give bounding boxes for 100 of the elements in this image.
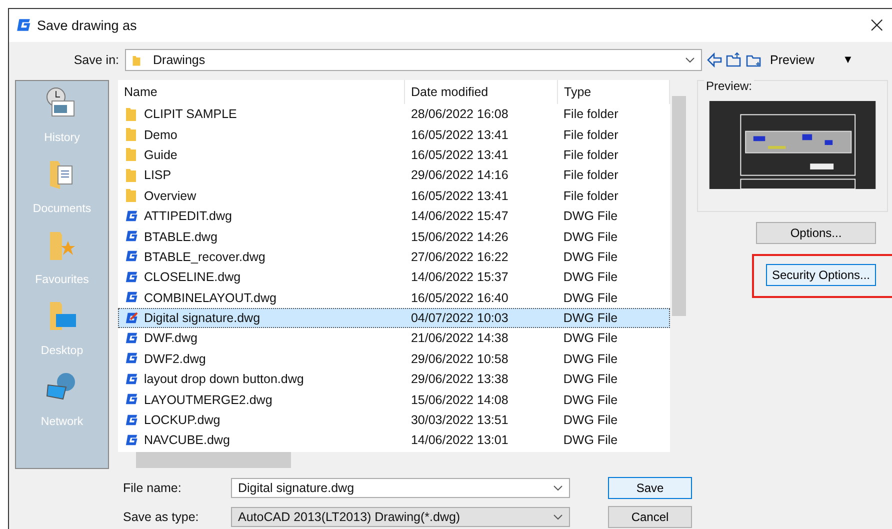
cancel-button[interactable]: Cancel bbox=[608, 506, 692, 528]
file-row[interactable]: BTABLE_recover.dwg 27/06/2022 16:22 DWG File bbox=[118, 246, 670, 268]
type-cell-text: File folder bbox=[562, 107, 620, 122]
date-cell-text: 28/06/2022 16:08 bbox=[410, 107, 510, 122]
type-cell-text: File folder bbox=[562, 188, 620, 203]
drawing-file-icon bbox=[125, 210, 138, 223]
file-name: LOCKUP.dwg bbox=[144, 413, 220, 428]
save-in-label: Save in: bbox=[72, 53, 120, 67]
file-type-dropdown[interactable]: AutoCAD 2013(LT2013) Drawing(*.dwg) bbox=[231, 506, 570, 526]
drawing-file-icon bbox=[125, 414, 138, 427]
file-name: DWF.dwg bbox=[144, 331, 198, 346]
file-name: layout drop down button.dwg bbox=[144, 372, 304, 386]
date-cell-text: 14/06/2022 13:01 bbox=[410, 433, 510, 448]
type-cell-text: DWG File bbox=[562, 352, 619, 366]
type-cell-text: DWG File bbox=[562, 392, 619, 407]
file-row[interactable]: Demo 16/05/2022 13:41 File folder bbox=[118, 124, 670, 145]
type-cell-text: DWG File bbox=[562, 372, 619, 386]
type-cell-text: DWG File bbox=[562, 331, 619, 346]
file-row[interactable]: COMBINELAYOUT.dwg 16/05/2022 16:40 DWG File bbox=[118, 288, 670, 308]
file-row[interactable]: ATTIPEDIT.dwg 14/06/2022 15:47 DWG File bbox=[118, 206, 670, 226]
signed-drawing-icon bbox=[125, 312, 138, 325]
date-cell-text: 14/06/2022 15:47 bbox=[410, 209, 510, 224]
save-button[interactable]: Save bbox=[608, 476, 692, 498]
drawing-file-icon bbox=[125, 352, 138, 366]
views-menu-button[interactable]: Preview bbox=[770, 53, 814, 67]
options-button[interactable]: Options... bbox=[756, 222, 876, 244]
date-cell-text: 15/06/2022 14:08 bbox=[410, 392, 510, 407]
file-name: Digital signature.dwg bbox=[144, 311, 260, 326]
chevron-down-icon bbox=[553, 514, 563, 520]
file-row[interactable]: CLIPIT SAMPLE 28/06/2022 16:08 File folder bbox=[118, 104, 670, 124]
folder-icon bbox=[126, 108, 136, 121]
folder-icon bbox=[126, 189, 136, 202]
type-cell-text: DWG File bbox=[562, 433, 619, 448]
file-row[interactable]: LAYOUTMERGE2.dwg 15/06/2022 14:08 DWG File bbox=[118, 389, 670, 410]
chevron-down-icon bbox=[685, 57, 695, 63]
file-name: BTABLE_recover.dwg bbox=[144, 250, 266, 264]
type-cell-text: DWG File bbox=[562, 270, 619, 284]
date-cell-text: 04/07/2022 10:03 bbox=[410, 311, 510, 326]
drawing-file-icon bbox=[125, 250, 138, 264]
date-cell-text: 16/05/2022 16:40 bbox=[410, 290, 510, 305]
date-cell-text: 15/06/2022 14:26 bbox=[410, 230, 510, 244]
file-name: COMBINELAYOUT.dwg bbox=[144, 290, 276, 305]
file-row[interactable]: DWF2.dwg 29/06/2022 10:58 DWG File bbox=[118, 348, 670, 370]
file-row[interactable]: NAVCUBE.dwg 14/06/2022 13:01 DWG File bbox=[118, 430, 670, 451]
date-cell-text: 16/05/2022 13:41 bbox=[410, 128, 510, 142]
date-cell-text: 29/06/2022 14:16 bbox=[410, 168, 510, 182]
file-name: LISP bbox=[144, 168, 172, 182]
file-name: DWF2.dwg bbox=[144, 352, 206, 366]
column-header[interactable]: Date modified bbox=[405, 80, 558, 104]
type-cell-text: File folder bbox=[562, 128, 620, 142]
type-cell-text: DWG File bbox=[562, 290, 619, 305]
file-name: CLOSELINE.dwg bbox=[144, 270, 241, 284]
back-arrow-icon[interactable] bbox=[706, 52, 722, 68]
file-name: ATTIPEDIT.dwg bbox=[144, 209, 232, 224]
file-name: Overview bbox=[144, 188, 196, 203]
options-button[interactable]: Security Options... bbox=[766, 264, 876, 286]
file-row[interactable]: layout drop down button.dwg 29/06/2022 13:38 DWG File bbox=[118, 369, 670, 390]
type-cell-text: DWG File bbox=[562, 209, 619, 224]
date-cell-text: 16/05/2022 13:41 bbox=[410, 148, 510, 162]
folder-up-icon[interactable] bbox=[726, 52, 742, 68]
drawing-file-icon bbox=[125, 393, 138, 406]
file-row[interactable]: CLOSELINE.dwg 14/06/2022 15:37 DWG File bbox=[118, 267, 670, 288]
file-name: NAVCUBE.dwg bbox=[144, 433, 230, 448]
file-name: Guide bbox=[144, 148, 178, 162]
drawing-file-icon bbox=[125, 332, 138, 345]
drawing-file-icon bbox=[125, 270, 138, 284]
file-name: CLIPIT SAMPLE bbox=[144, 107, 237, 122]
file-row[interactable]: BTABLE.dwg 15/06/2022 14:26 DWG File bbox=[118, 226, 670, 247]
date-cell-text: 16/05/2022 13:41 bbox=[410, 188, 510, 203]
drawing-file-icon bbox=[125, 372, 138, 386]
file-type-label: Save as type: bbox=[122, 510, 200, 524]
file-name: BTABLE.dwg bbox=[144, 230, 218, 244]
type-cell-text: DWG File bbox=[562, 230, 619, 244]
file-row[interactable]: Digital signature.dwg 04/07/2022 10:03 DWG File bbox=[118, 308, 670, 328]
drawing-file-icon bbox=[125, 291, 138, 304]
date-cell-text: 27/06/2022 16:22 bbox=[410, 250, 510, 264]
chevron-down-icon bbox=[553, 484, 563, 490]
file-name: LAYOUTMERGE2.dwg bbox=[144, 392, 272, 407]
save-in-dropdown[interactable]: Drawings bbox=[125, 49, 702, 71]
folder-icon bbox=[132, 54, 141, 66]
file-row[interactable]: LOCKUP.dwg 30/03/2022 13:51 DWG File bbox=[118, 410, 670, 430]
type-cell-text: DWG File bbox=[562, 250, 619, 264]
date-cell-text: 30/03/2022 13:51 bbox=[410, 413, 510, 428]
folder-icon bbox=[126, 128, 136, 142]
type-cell-text: DWG File bbox=[562, 311, 619, 326]
file-name-field[interactable]: Digital signature.dwg bbox=[231, 478, 570, 498]
file-row[interactable]: LISP 29/06/2022 14:16 File folder bbox=[118, 165, 670, 186]
file-name: Demo bbox=[144, 128, 178, 142]
file-row[interactable]: DWF.dwg 21/06/2022 14:38 DWG File bbox=[118, 328, 670, 349]
folder-icon bbox=[126, 168, 136, 182]
drawing-file-icon bbox=[125, 230, 138, 244]
type-cell-text: File folder bbox=[562, 168, 620, 182]
close-button[interactable]: × bbox=[864, 13, 890, 38]
column-header[interactable]: Name bbox=[118, 80, 405, 104]
preview-label: Preview: bbox=[704, 79, 754, 93]
date-cell-text: 29/06/2022 13:38 bbox=[410, 372, 510, 386]
file-row[interactable]: Overview 16/05/2022 13:41 File folder bbox=[118, 186, 670, 206]
file-row[interactable]: Guide 16/05/2022 13:41 File folder bbox=[118, 144, 670, 166]
app-logo-icon bbox=[16, 18, 31, 33]
folder-icon bbox=[126, 148, 136, 162]
